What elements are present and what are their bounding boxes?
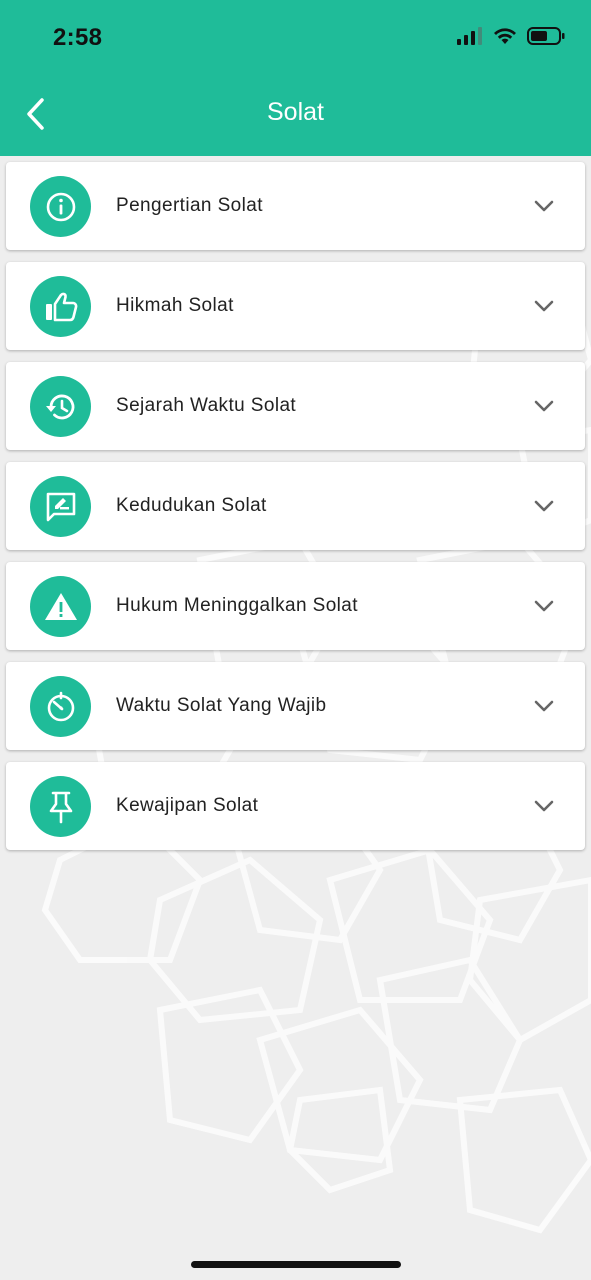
list-item-hukum-meninggalkan-solat[interactable]: Hukum Meninggalkan Solat bbox=[6, 562, 585, 650]
info-icon bbox=[30, 176, 91, 237]
list-item-label: Kedudukan Solat bbox=[116, 495, 267, 516]
rate-review-icon bbox=[30, 476, 91, 537]
pin-icon bbox=[30, 776, 91, 837]
warning-icon bbox=[30, 576, 91, 637]
chevron-down-icon bbox=[533, 195, 555, 217]
home-indicator[interactable] bbox=[191, 1261, 401, 1268]
timer-icon bbox=[30, 676, 91, 737]
list-item-label: Sejarah Waktu Solat bbox=[116, 395, 297, 416]
app-header: 2:58 Solat bbox=[0, 0, 591, 156]
topic-list: Pengertian Solat Hikmah Solat Sejarah Wa… bbox=[6, 162, 585, 862]
list-item-label: Hukum Meninggalkan Solat bbox=[116, 595, 358, 616]
chevron-down-icon bbox=[533, 295, 555, 317]
list-item-label: Hikmah Solat bbox=[116, 295, 234, 316]
chevron-down-icon bbox=[533, 595, 555, 617]
list-item-label: Pengertian Solat bbox=[116, 195, 263, 216]
status-icons bbox=[457, 26, 565, 50]
list-item-hikmah-solat[interactable]: Hikmah Solat bbox=[6, 262, 585, 350]
thumbs-up-icon bbox=[30, 276, 91, 337]
battery-icon bbox=[527, 26, 565, 51]
signal-icon bbox=[457, 26, 483, 50]
history-icon bbox=[30, 376, 91, 437]
status-bar: 2:58 bbox=[0, 0, 591, 76]
list-item-kewajipan-solat[interactable]: Kewajipan Solat bbox=[6, 762, 585, 850]
chevron-down-icon bbox=[533, 495, 555, 517]
list-item-pengertian-solat[interactable]: Pengertian Solat bbox=[6, 162, 585, 250]
chevron-down-icon bbox=[533, 695, 555, 717]
chevron-down-icon bbox=[533, 395, 555, 417]
list-item-sejarah-waktu-solat[interactable]: Sejarah Waktu Solat bbox=[6, 362, 585, 450]
chevron-down-icon bbox=[533, 795, 555, 817]
wifi-icon bbox=[493, 27, 517, 50]
nav-bar: Solat bbox=[0, 76, 591, 156]
list-item-label: Waktu Solat Yang Wajib bbox=[116, 695, 327, 716]
status-time: 2:58 bbox=[53, 24, 103, 51]
page-title: Solat bbox=[267, 98, 324, 126]
list-item-kedudukan-solat[interactable]: Kedudukan Solat bbox=[6, 462, 585, 550]
list-item-label: Kewajipan Solat bbox=[116, 795, 259, 816]
list-item-waktu-solat-yang-wajib[interactable]: Waktu Solat Yang Wajib bbox=[6, 662, 585, 750]
